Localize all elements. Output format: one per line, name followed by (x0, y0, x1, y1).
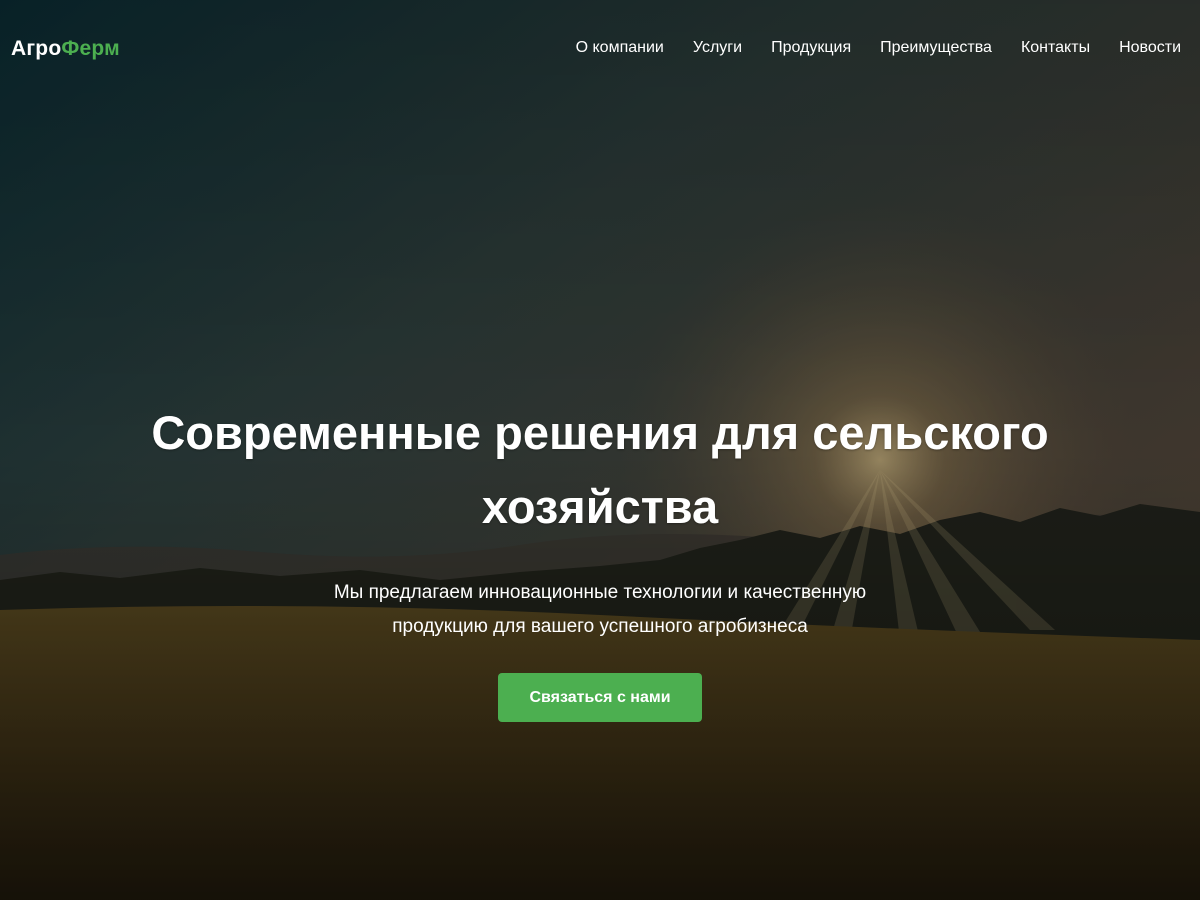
nav-item-news[interactable]: Новости (1119, 38, 1181, 58)
hero-content: Современные решения для сельского хозяйс… (0, 396, 1200, 722)
site-logo[interactable]: АгроФерм (11, 36, 120, 62)
hero-section: АгроФерм О компании Услуги Продукция Пре… (0, 0, 1200, 900)
nav-item-products[interactable]: Продукция (771, 38, 851, 58)
contact-us-button[interactable]: Связаться с нами (498, 673, 702, 722)
site-header: АгроФерм О компании Услуги Продукция Пре… (0, 0, 1200, 96)
nav-item-contacts[interactable]: Контакты (1021, 38, 1090, 58)
main-nav: О компании Услуги Продукция Преимущества… (547, 38, 1181, 58)
nav-item-services[interactable]: Услуги (693, 38, 742, 58)
hero-subtitle: Мы предлагаем инновационные технологии и… (333, 582, 867, 637)
logo-text-accent: Ферм (61, 37, 120, 60)
nav-item-advantages[interactable]: Преимущества (880, 38, 992, 58)
hero-title: Современные решения для сельского хозяйс… (151, 406, 1049, 533)
logo-text-primary: Агро (11, 37, 62, 60)
nav-item-about[interactable]: О компании (576, 38, 664, 58)
